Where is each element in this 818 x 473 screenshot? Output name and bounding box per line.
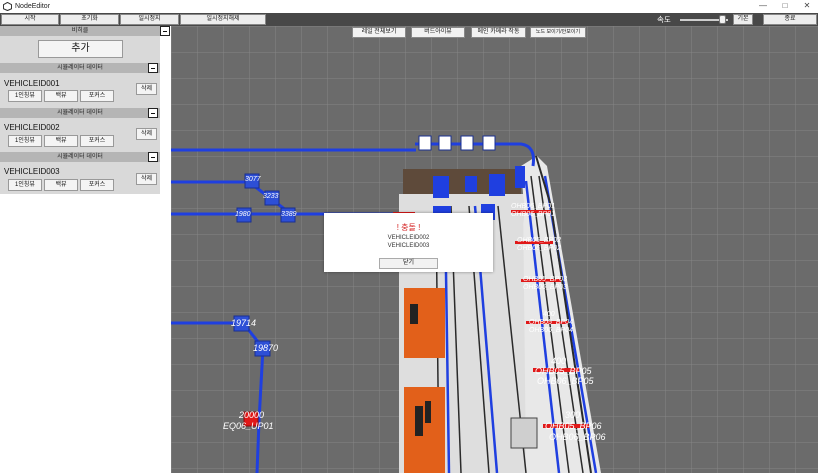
- back-view-button[interactable]: 백뷰: [44, 90, 78, 102]
- rail-overview-button[interactable]: 레일 전체보기: [352, 27, 406, 38]
- simulation-viewport[interactable]: 3077 3233 1980 3389 19714 19870 20000 EQ…: [171, 26, 818, 473]
- maximize-button[interactable]: □: [774, 0, 796, 13]
- minimize-button[interactable]: —: [752, 0, 774, 13]
- speed-slider-thumb[interactable]: [719, 15, 727, 24]
- vehicle-section-collapse-button[interactable]: [148, 63, 158, 73]
- vehicle-section-collapse-button[interactable]: [148, 152, 158, 162]
- port-label: OHB05_BP05: [535, 366, 593, 376]
- port-label: OHB06_BP01: [511, 211, 555, 218]
- port-label: OHB05_BP06: [545, 421, 602, 431]
- speed-label: 속도: [657, 15, 671, 24]
- vehicle-section-header: 시뮬레이터 데이터: [0, 152, 160, 162]
- start-button[interactable]: 시작: [1, 14, 59, 25]
- back-view-button[interactable]: 백뷰: [44, 135, 78, 147]
- port-label: OHB05_BP02: [517, 237, 561, 244]
- node-label: 400: [551, 356, 566, 366]
- vehicle-panel-header: 비히클: [0, 26, 160, 36]
- exit-button[interactable]: 종료: [763, 14, 817, 25]
- close-button[interactable]: ✕: [796, 0, 818, 13]
- focus-button[interactable]: 포커스: [80, 179, 114, 191]
- port-label: OHB06_BP01: [511, 203, 555, 210]
- pause-button[interactable]: 일시정지: [120, 14, 179, 25]
- collision-dialog-title: ! 충돌 !: [396, 223, 421, 232]
- node-label: 3233: [263, 193, 279, 200]
- speed-default-button[interactable]: 기본: [733, 14, 753, 25]
- port-label: OHB06_BP02: [517, 245, 561, 252]
- main-camera-button[interactable]: 메인 카메라 작동: [471, 27, 526, 38]
- focus-button[interactable]: 포커스: [80, 90, 114, 102]
- vehicle-section-collapse-button[interactable]: [148, 108, 158, 118]
- collision-vehicle-id: VEHICLEID002: [387, 235, 430, 241]
- port-label: OHB06_BP05: [537, 376, 595, 386]
- port-label: OHB05_BP04: [529, 319, 573, 326]
- vehicle-section-header: 시뮬레이터 데이터: [0, 63, 160, 73]
- vehicle-id: VEHICLEID002: [4, 123, 60, 132]
- add-vehicle-button[interactable]: 추가: [38, 40, 123, 58]
- vehicle-section-header: 시뮬레이터 데이터: [0, 108, 160, 118]
- port-label: OHB06_BP06: [549, 432, 606, 442]
- window-title: NodeEditor: [15, 3, 51, 10]
- node-label: 1980: [235, 211, 251, 218]
- node-label: 19714: [231, 318, 256, 328]
- cabinet: [404, 387, 445, 473]
- title-bar: NodeEditor — □ ✕: [0, 0, 818, 13]
- port-label: OHB05_BP03: [523, 276, 567, 283]
- collision-vehicle-id: VEHICLEID003: [387, 243, 430, 249]
- node-label: 400: [543, 311, 555, 318]
- vehicle-panel-collapse-button[interactable]: [160, 26, 170, 36]
- node-label: 3389: [281, 211, 297, 218]
- vehicle-panel: 비히클 추가 시뮬레이터 데이터 VEHICLEID001 1인칭뷰 백뷰 포커…: [0, 26, 171, 473]
- delete-vehicle-button[interactable]: 삭제: [136, 173, 157, 185]
- equipment-unit: [510, 417, 538, 449]
- port-label: OHB06_BP03: [523, 284, 567, 291]
- first-person-view-button[interactable]: 1인칭뷰: [8, 135, 42, 147]
- first-person-view-button[interactable]: 1인칭뷰: [8, 179, 42, 191]
- resume-button[interactable]: 일시정지해제: [180, 14, 266, 25]
- delete-vehicle-button[interactable]: 삭제: [136, 128, 157, 140]
- app-icon: [3, 2, 12, 11]
- vehicle-id: VEHICLEID001: [4, 79, 60, 88]
- delete-vehicle-button[interactable]: 삭제: [136, 83, 157, 95]
- scene-canvas: 3077 3233 1980 3389 19714 19870 20000 EQ…: [171, 26, 818, 473]
- port-label: OHB06_BP04: [529, 327, 573, 334]
- node-label: 20000: [238, 410, 264, 420]
- vehicle-id: VEHICLEID003: [4, 167, 60, 176]
- bird-eye-view-button[interactable]: 버드아이뷰: [411, 27, 465, 38]
- node-label: 3077: [245, 176, 262, 183]
- node-label: EQ06_UP01: [223, 421, 274, 431]
- node-label: 19870: [253, 343, 278, 353]
- menu-bar: 시작 초기화 일시정지 일시정지해제 속도 기본 종료: [0, 13, 818, 26]
- node-visibility-toggle-button[interactable]: 노드 보이기/안보이기: [530, 27, 586, 38]
- back-view-button[interactable]: 백뷰: [44, 179, 78, 191]
- collision-dialog-close-button[interactable]: 닫기: [379, 258, 438, 269]
- focus-button[interactable]: 포커스: [80, 135, 114, 147]
- reset-button[interactable]: 초기화: [60, 14, 119, 25]
- collision-dialog: ! 충돌 ! VEHICLEID002 VEHICLEID003 닫기: [324, 213, 493, 272]
- first-person-view-button[interactable]: 1인칭뷰: [8, 90, 42, 102]
- node-label: 300: [565, 410, 580, 420]
- vehicle-panel-body: 비히클 추가 시뮬레이터 데이터 VEHICLEID001 1인칭뷰 백뷰 포커…: [0, 26, 170, 194]
